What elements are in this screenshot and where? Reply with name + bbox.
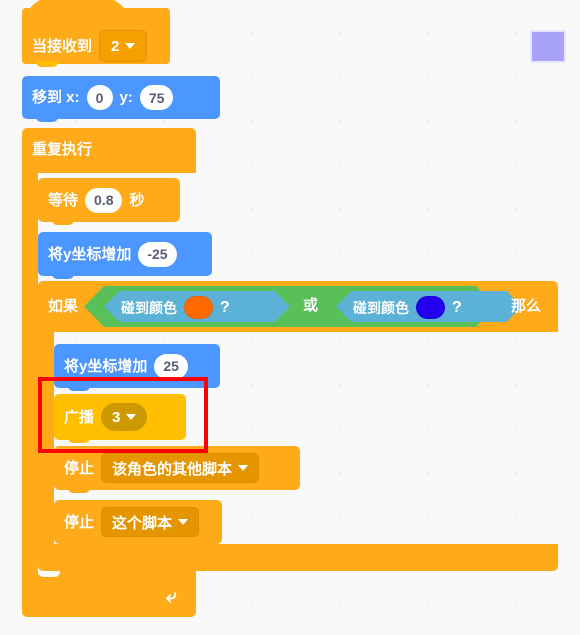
block-wait[interactable]: 等待 0.8 秒 [38, 178, 180, 225]
when-i-receive-row: 当接收到 2 [32, 30, 148, 62]
block-broadcast[interactable]: 广播 3 [54, 394, 186, 443]
when-i-receive-label: 当接收到 [32, 37, 93, 55]
stop-other-label: 停止 [64, 459, 95, 477]
change-y-up-label: 将y坐标增加 [64, 357, 148, 375]
wait-seconds-input[interactable]: 0.8 [85, 187, 123, 213]
touching-color-orange-label: 碰到颜色 [121, 299, 177, 316]
go-to-y-input[interactable]: 75 [139, 85, 174, 110]
when-i-receive-dropdown-value: 2 [111, 37, 120, 55]
broadcast-dropdown[interactable]: 3 [101, 403, 148, 431]
change-y-up-input[interactable]: 25 [154, 353, 188, 379]
scratch-workspace[interactable]: 当接收到 2 移到 x: 0 y: 75 重复执行 ⤷ 等待 0.8 秒 将y坐… [0, 0, 580, 635]
broadcast-notch [68, 437, 90, 443]
when-i-receive-dropdown[interactable]: 2 [99, 30, 148, 62]
if-label: 如果 [48, 298, 79, 315]
stop-other-dropdown[interactable]: 该角色的其他脚本 [101, 453, 260, 483]
wait-unit-label: 秒 [129, 191, 145, 209]
block-or-operator[interactable]: 碰到颜色 ? 或 碰到颜色 ? [84, 286, 522, 327]
or-label: 或 [303, 297, 319, 314]
touching-color-blue-question: ? [452, 298, 462, 316]
chevron-down-icon [125, 43, 136, 49]
touching-color-blue-label: 碰到颜色 [353, 299, 409, 316]
chevron-down-icon [178, 519, 189, 525]
change-y-down-input[interactable]: -25 [138, 241, 177, 267]
purple-square-sprite [530, 30, 566, 63]
broadcast-label: 广播 [64, 408, 95, 426]
stop-this-dropdown[interactable]: 这个脚本 [101, 507, 200, 537]
change-y-up-notch [68, 385, 90, 391]
stop-other-dropdown-value: 该角色的其他脚本 [112, 460, 233, 478]
if-then-left-arm [38, 332, 54, 544]
stop-this-dropdown-value: 这个脚本 [112, 514, 173, 532]
forever-label: 重复执行 [32, 141, 93, 158]
hat-notch [36, 61, 58, 67]
go-to-y-label: y: [119, 89, 133, 106]
block-touching-color-orange[interactable]: 碰到颜色 ? [104, 291, 290, 322]
go-to-xy-notch [36, 116, 58, 122]
block-stop-this-script[interactable]: 停止 这个脚本 [54, 500, 222, 544]
color-swatch-blue[interactable] [416, 296, 445, 319]
forever-inner-notch [38, 570, 60, 577]
forever-label-row: 重复执行 [32, 142, 92, 157]
go-to-x-input[interactable]: 0 [86, 85, 113, 110]
stop-other-notch [68, 487, 90, 493]
go-to-xy-label: 移到 x: [32, 89, 80, 106]
forever-left-arm [22, 173, 38, 570]
if-then-bottom-bar [38, 544, 558, 571]
wait-notch [52, 219, 74, 225]
block-stop-other-scripts[interactable]: 停止 该角色的其他脚本 [54, 446, 300, 493]
block-change-y-by-up[interactable]: 将y坐标增加 25 [54, 344, 220, 391]
change-y-down-notch [52, 273, 74, 279]
then-label: 那么 [511, 298, 542, 315]
chevron-down-icon [238, 465, 249, 471]
if-then-inner-notch [54, 332, 76, 339]
touching-color-orange-question: ? [220, 298, 230, 316]
block-change-y-by-down[interactable]: 将y坐标增加 -25 [38, 232, 212, 279]
loop-arrow-icon: ⤷ [166, 586, 177, 607]
color-swatch-orange[interactable] [184, 296, 213, 319]
block-when-i-receive[interactable]: 当接收到 2 [22, 0, 170, 67]
stop-this-label: 停止 [64, 513, 95, 531]
chevron-down-icon [126, 414, 137, 420]
touching-color-orange-row: 碰到颜色 ? [121, 296, 230, 319]
broadcast-dropdown-value: 3 [112, 408, 121, 426]
block-touching-color-blue[interactable]: 碰到颜色 ? [336, 291, 522, 322]
wait-label: 等待 [48, 191, 79, 209]
block-go-to-xy[interactable]: 移到 x: 0 y: 75 [22, 76, 220, 122]
touching-color-blue-row: 碰到颜色 ? [353, 296, 462, 319]
change-y-down-label: 将y坐标增加 [48, 245, 132, 263]
